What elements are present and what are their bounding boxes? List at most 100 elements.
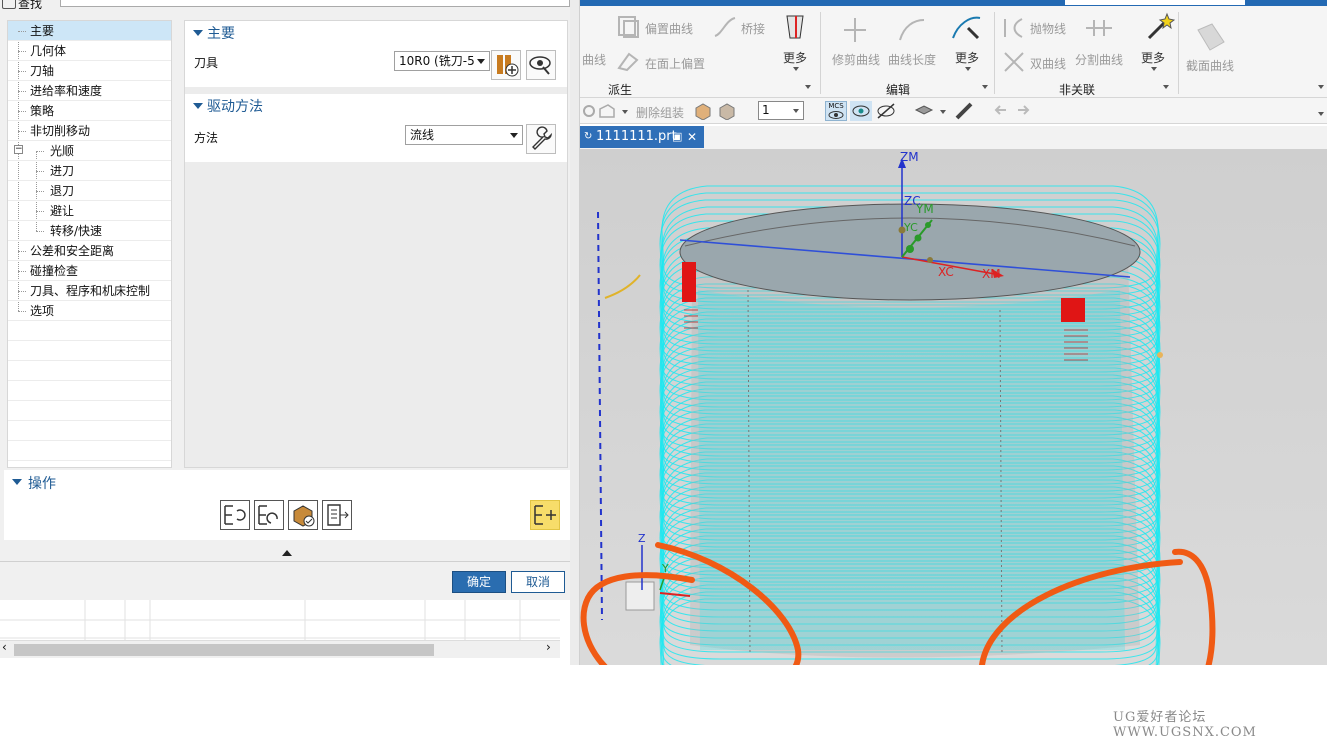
chevron-down-icon[interactable] (982, 85, 988, 89)
new-tool-button[interactable] (491, 50, 521, 80)
method-select[interactable]: 流线 (405, 125, 523, 145)
operations-group: 操作 (4, 470, 570, 540)
main-group: 主要 刀具 10R0 (铣刀-5 (185, 21, 567, 87)
forward-arrow-icon[interactable] (1016, 103, 1030, 117)
ribbon-separator (994, 12, 995, 94)
tree-item[interactable]: 公差和安全距离 (8, 241, 171, 261)
curve-length-button[interactable]: 曲线长度 (888, 51, 936, 68)
wrench-eye-icon (529, 56, 551, 75)
ribbon-separator (1178, 12, 1179, 94)
measure-icon[interactable] (954, 101, 974, 121)
delete-group-button[interactable]: 删除组装 (636, 104, 684, 121)
new-tool-icon (497, 55, 519, 77)
tree-item[interactable]: 策略 (8, 101, 171, 121)
expand-triangle-icon[interactable] (193, 103, 203, 109)
method-select-value: 流线 (410, 128, 435, 142)
tree-item[interactable]: 进刀 (8, 161, 171, 181)
generate-icon (224, 505, 246, 525)
point-marker (1157, 352, 1163, 358)
axis-label-zm: ZM (900, 150, 919, 164)
replay-button[interactable] (254, 500, 284, 530)
tree-item[interactable]: 光顺 (8, 141, 171, 161)
section-curve-button[interactable]: 截面曲线 (1186, 57, 1234, 74)
property-tree: 主要 几何体 刀轴 进给率和速度 策略 非切削移动 光顺 进刀 退刀 避让 转移/快速公差和安全距离… (7, 20, 172, 468)
more-edit-button[interactable]: 更多 (955, 49, 979, 66)
tree-item[interactable]: 避让 (8, 201, 171, 221)
tab-part-file[interactable]: 1111111.prt ↻ ▣ ✕ (580, 126, 704, 148)
show-icon[interactable] (850, 101, 872, 121)
collapse-arrow-icon[interactable] (282, 550, 292, 556)
tree-item[interactable]: 刀具、程序和机床控制 (8, 281, 171, 301)
snap-icon[interactable] (598, 103, 616, 119)
offset-curve-button[interactable]: 偏置曲线 (645, 20, 693, 37)
chevron-down-icon[interactable] (940, 110, 946, 114)
tool-select[interactable]: 10R0 (铣刀-5 (394, 51, 490, 71)
pane-splitter[interactable] (570, 0, 580, 665)
main-group-title: 主要 (207, 26, 235, 42)
tree-item[interactable]: 刀轴 (8, 61, 171, 81)
trim-curve-button[interactable]: 修剪曲线 (832, 51, 880, 68)
axis-label-xc: XC (938, 265, 954, 279)
tool-path-edit-button[interactable] (530, 500, 560, 530)
scroll-left-icon[interactable]: ‹ (2, 640, 7, 654)
list-button[interactable] (322, 500, 352, 530)
bridge-button[interactable]: 桥接 (741, 20, 765, 37)
chevron-down-icon[interactable] (805, 85, 811, 89)
split-curve-button[interactable]: 分割曲线 (1075, 51, 1123, 68)
chevron-down-icon[interactable] (1151, 67, 1157, 71)
split-curve-icon (1086, 20, 1112, 36)
more-nonassoc-button[interactable]: 更多 (1141, 49, 1165, 66)
offset-on-face-icon (617, 52, 639, 72)
horizontal-scrollbar[interactable]: ‹ › (0, 640, 560, 658)
expand-triangle-icon[interactable] (12, 479, 22, 485)
tree-item[interactable]: 选项 (8, 301, 171, 321)
find-input[interactable] (60, 0, 570, 7)
save-icon[interactable]: ▣ (672, 126, 682, 148)
graphics-window[interactable]: ZM ZC YM YC XC XM Z Y (580, 150, 1327, 665)
parabola-button[interactable]: 抛物线 (1030, 20, 1066, 37)
chevron-down-icon[interactable] (1163, 85, 1169, 89)
tool-label: 刀具 (194, 56, 219, 70)
offset-on-face-button[interactable]: 在面上偏置 (645, 55, 705, 72)
settings-icon[interactable] (582, 103, 596, 119)
expand-triangle-icon[interactable] (193, 30, 203, 36)
tree-item[interactable]: 进给率和速度 (8, 81, 171, 101)
hyperbola-button[interactable]: 双曲线 (1030, 55, 1066, 72)
box-shaded-icon[interactable] (718, 102, 736, 120)
tree-item[interactable]: 退刀 (8, 181, 171, 201)
tree-item[interactable]: 碰撞检查 (8, 261, 171, 281)
chevron-down-icon[interactable] (622, 110, 628, 114)
tree-item[interactable]: 主要 (8, 21, 171, 41)
box-icon[interactable] (694, 102, 712, 120)
tree-item[interactable]: 非切削移动 (8, 121, 171, 141)
tree-item[interactable]: 转移/快速 (8, 221, 171, 241)
object-display-icon[interactable] (914, 102, 934, 120)
verify-button[interactable] (288, 500, 318, 530)
mcs-toggle[interactable]: MCS (825, 101, 847, 121)
close-icon[interactable]: ✕ (687, 126, 697, 148)
hyperbola-icon (1004, 52, 1024, 72)
scroll-right-icon[interactable]: › (546, 640, 551, 654)
collapse-icon[interactable]: − (14, 145, 23, 154)
chevron-down-icon[interactable] (1318, 112, 1324, 116)
more-derived-button[interactable]: 更多 (783, 49, 807, 66)
tree-empty-row (8, 321, 171, 341)
back-arrow-icon[interactable] (994, 103, 1008, 117)
command-search-input[interactable] (1065, 0, 1245, 5)
edit-display-tool-button[interactable] (526, 50, 556, 80)
tree-item[interactable]: 几何体 (8, 41, 171, 61)
layer-select[interactable]: 1 (758, 101, 804, 120)
chevron-down-icon[interactable] (793, 67, 799, 71)
chevron-down-icon[interactable] (1318, 85, 1324, 89)
replay-icon (258, 505, 278, 525)
generate-button[interactable] (220, 500, 250, 530)
tree-empty-row (8, 381, 171, 401)
ok-button[interactable]: 确定 (452, 571, 506, 593)
edit-method-button[interactable] (526, 124, 556, 154)
scrollbar-thumb[interactable] (14, 644, 434, 656)
hide-icon[interactable] (875, 101, 897, 121)
cancel-button[interactable]: 取消 (511, 571, 565, 593)
curve-button[interactable]: 曲线 (582, 51, 606, 68)
chevron-down-icon[interactable] (965, 67, 971, 71)
tree-item-label: 公差和安全距离 (30, 244, 115, 258)
